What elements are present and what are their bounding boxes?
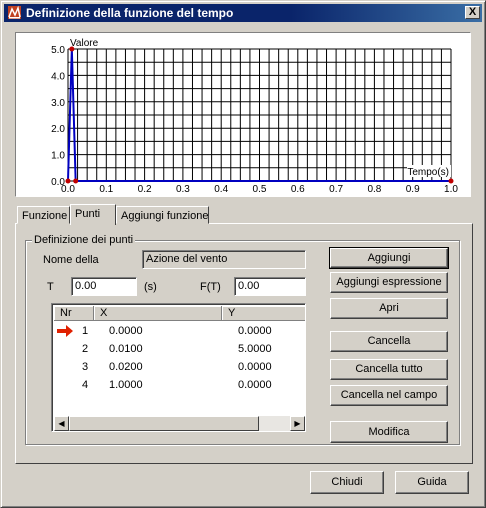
app-icon bbox=[8, 5, 21, 19]
close-icon: X bbox=[468, 6, 477, 18]
close-button[interactable]: X bbox=[465, 6, 480, 19]
aggiungi-button[interactable]: Aggiungi bbox=[329, 247, 449, 269]
dialog-window: Definizione della funzione del tempo X 0… bbox=[0, 0, 486, 508]
horizontal-scrollbar[interactable]: ◀ ▶ bbox=[54, 416, 305, 431]
tab-funzione[interactable]: Funzione bbox=[17, 206, 70, 224]
title-bar[interactable]: Definizione della funzione del tempo X bbox=[4, 4, 482, 22]
cell-nr: 3 bbox=[82, 361, 89, 373]
y-tick-label: 1.0 bbox=[51, 151, 65, 162]
y-tick-label: 2.0 bbox=[51, 124, 65, 135]
cell-x: 0.0000 bbox=[109, 325, 143, 337]
tab-punti[interactable]: Punti bbox=[70, 204, 116, 225]
x-tick-label: 1.0 bbox=[444, 184, 458, 195]
cell-y: 0.0000 bbox=[238, 361, 272, 373]
current-row-arrow-icon bbox=[57, 325, 73, 337]
guida-button[interactable]: Guida bbox=[395, 471, 469, 494]
x-axis-label: Tempo(s) bbox=[407, 167, 449, 178]
t-label: T bbox=[47, 281, 54, 293]
name-field[interactable]: Azione del vento bbox=[142, 250, 306, 269]
ft-input[interactable]: 0.00 bbox=[234, 277, 306, 296]
column-header-y[interactable]: Y bbox=[222, 306, 305, 321]
tab-label: Punti bbox=[75, 208, 101, 220]
column-header-nr[interactable]: Nr bbox=[54, 306, 94, 321]
data-point bbox=[69, 46, 75, 52]
scroll-right-icon[interactable]: ▶ bbox=[290, 416, 305, 431]
tab-label: Funzione bbox=[22, 210, 68, 222]
x-tick-label: 0.9 bbox=[406, 184, 420, 195]
data-point bbox=[65, 178, 71, 184]
x-tick-label: 0.6 bbox=[291, 184, 305, 195]
table-row[interactable]: 1 0.0000 0.0000 bbox=[54, 322, 305, 340]
y-tick-label: 5.0 bbox=[51, 45, 65, 56]
y-tick-label: 4.0 bbox=[51, 71, 65, 82]
table-row[interactable]: 4 1.0000 0.0000 bbox=[54, 376, 305, 394]
aggiungi-espressione-button[interactable]: Aggiungi espressione bbox=[330, 272, 448, 293]
x-tick-label: 0.4 bbox=[214, 184, 228, 195]
scroll-left-icon[interactable]: ◀ bbox=[54, 416, 69, 431]
cell-nr: 2 bbox=[82, 343, 89, 355]
x-tick-label: 0.2 bbox=[138, 184, 152, 195]
tab-aggiungi-funzione[interactable]: Aggiungi funzione bbox=[116, 206, 209, 224]
cell-y: 0.0000 bbox=[238, 325, 272, 337]
cell-y: 0.0000 bbox=[238, 379, 272, 391]
x-tick-label: 0.8 bbox=[367, 184, 381, 195]
x-tick-label: 0.3 bbox=[176, 184, 190, 195]
y-axis-label: Valore bbox=[70, 38, 99, 49]
cell-y: 5.0000 bbox=[238, 343, 272, 355]
modifica-button[interactable]: Modifica bbox=[330, 421, 448, 443]
x-tick-label: 0.0 bbox=[61, 184, 75, 195]
cell-x: 0.0200 bbox=[109, 361, 143, 373]
name-label: Nome della bbox=[43, 254, 99, 266]
x-tick-label: 0.5 bbox=[253, 184, 267, 195]
group-title: Definizione dei punti bbox=[32, 234, 136, 246]
cell-nr: 4 bbox=[82, 379, 89, 391]
chart-canvas: 0.01.02.03.04.05.00.0 0.1 0.2 0.3 0.4 0.5 0.6 0… bbox=[51, 38, 458, 195]
cancella-tutto-button[interactable]: Cancella tutto bbox=[330, 359, 448, 380]
table-row[interactable]: 2 0.0100 5.0000 bbox=[54, 340, 305, 358]
t-input[interactable]: 0.00 bbox=[71, 277, 137, 296]
points-table[interactable]: Nr X Y 1 0.0000 0.0000 2 0.0100 5.0000 3… bbox=[51, 303, 306, 432]
tab-label: Aggiungi funzione bbox=[121, 210, 209, 222]
table-row[interactable]: 3 0.0200 0.0000 bbox=[54, 358, 305, 376]
x-tick-label: 0.7 bbox=[329, 184, 343, 195]
x-tick-label: 0.1 bbox=[99, 184, 113, 195]
ft-label: F(T) bbox=[200, 281, 221, 293]
cell-x: 1.0000 bbox=[109, 379, 143, 391]
data-point bbox=[73, 178, 79, 184]
y-tick-label: 3.0 bbox=[51, 98, 65, 109]
scroll-thumb[interactable] bbox=[69, 416, 259, 431]
cancella-button[interactable]: Cancella bbox=[330, 331, 448, 352]
window-title: Definizione della funzione del tempo bbox=[26, 6, 234, 20]
cell-nr: 1 bbox=[82, 325, 89, 337]
t-unit-label: (s) bbox=[144, 281, 157, 293]
cancella-nel-campo-button[interactable]: Cancella nel campo bbox=[330, 385, 448, 406]
column-header-x[interactable]: X bbox=[94, 306, 222, 321]
time-function-chart: 0.0 1.0 2.0 3.0 4.0 5.0 0.0 0.1 0.2 0.3 0.4 0.5 0.6 0… bbox=[15, 32, 471, 197]
data-point bbox=[448, 178, 454, 184]
chiudi-button[interactable]: Chiudi bbox=[310, 471, 384, 494]
table-header: Nr X Y bbox=[54, 306, 305, 321]
cell-x: 0.0100 bbox=[109, 343, 143, 355]
apri-button[interactable]: Apri bbox=[330, 298, 448, 319]
